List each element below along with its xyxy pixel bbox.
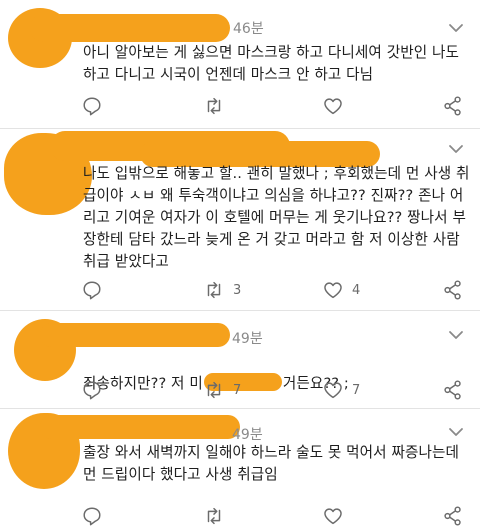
share-icon: [444, 280, 461, 300]
reply-button[interactable]: [81, 503, 103, 529]
like-count: 7: [352, 382, 361, 398]
tweet-text: 출장 와서 새벽까지 일해야 하느라 술도 못 먹어서 짜증나는데 먼 드립이다…: [83, 444, 460, 483]
heart-icon: [324, 98, 342, 115]
share-button[interactable]: [442, 377, 464, 403]
redaction-username: [40, 323, 230, 347]
like-button[interactable]: 7: [322, 377, 360, 403]
retweet-icon: [207, 381, 221, 399]
reply-icon: [83, 381, 101, 400]
share-button[interactable]: [442, 277, 464, 303]
like-button[interactable]: 4: [322, 277, 360, 303]
share-icon: [444, 380, 461, 400]
tweet-text: 아니 알아보는 게 싫으면 마스크랑 하고 다니세여 갓반인 나도 하고 다니고…: [83, 44, 460, 83]
tweet-1[interactable]: 46분 아니 알아보는 게 싫으면 마스크랑 하고 다니세여 갓반인 나도 하고…: [0, 0, 480, 128]
reply-button[interactable]: [81, 277, 103, 303]
retweet-button[interactable]: 3: [203, 277, 241, 303]
tweet-4[interactable]: 49분 출장 와서 새벽까지 일해야 하느라 술도 못 먹어서 짜증나는데 먼 …: [0, 409, 480, 529]
reply-icon: [83, 507, 101, 526]
retweet-icon: [207, 281, 221, 299]
retweet-icon: [207, 97, 221, 115]
retweet-button[interactable]: 7: [203, 377, 241, 403]
tweet-2[interactable]: 나도 입밖으로 해놓고 할.. 괜히 말했나 ; 후회했는데 먼 사생 취급이야…: [0, 129, 480, 309]
like-count: 4: [352, 282, 361, 298]
redaction-username: [40, 415, 240, 439]
chevron-down-icon[interactable]: [448, 426, 464, 438]
retweet-button[interactable]: [203, 93, 233, 119]
like-button[interactable]: [322, 503, 352, 529]
reply-button[interactable]: [81, 377, 103, 403]
reply-icon: [83, 97, 101, 116]
retweet-count: 3: [233, 282, 242, 298]
tweet-actions: [0, 503, 480, 529]
retweet-count: 7: [233, 382, 242, 398]
heart-icon: [324, 508, 342, 525]
reply-icon: [83, 281, 101, 300]
share-button[interactable]: [442, 93, 464, 119]
chevron-down-icon[interactable]: [448, 22, 464, 34]
heart-icon: [324, 382, 342, 399]
share-button[interactable]: [442, 503, 464, 529]
heart-icon: [324, 282, 342, 299]
retweet-icon: [207, 507, 221, 525]
tweet-time: 46분: [233, 21, 264, 37]
tweet-3[interactable]: 49분 죄송하지만?? 저 미 거든요?? ; 7 7: [0, 311, 480, 405]
share-icon: [444, 506, 461, 526]
tweet-time: 49분: [232, 331, 263, 347]
share-icon: [444, 96, 461, 116]
reply-button[interactable]: [81, 93, 103, 119]
chevron-down-icon[interactable]: [448, 143, 464, 155]
tweet-actions: [0, 93, 480, 119]
retweet-button[interactable]: [203, 503, 233, 529]
like-button[interactable]: [322, 93, 352, 119]
tweet-time: 49분: [232, 427, 263, 443]
tweet-text: 나도 입밖으로 해놓고 할.. 괜히 말했나 ; 후회했는데 먼 사생 취급이야…: [83, 165, 470, 270]
redaction-username: [30, 14, 230, 42]
tweet-actions: 7 7: [0, 377, 480, 403]
tweet-actions: 3 4: [0, 277, 480, 303]
chevron-down-icon[interactable]: [448, 329, 464, 341]
